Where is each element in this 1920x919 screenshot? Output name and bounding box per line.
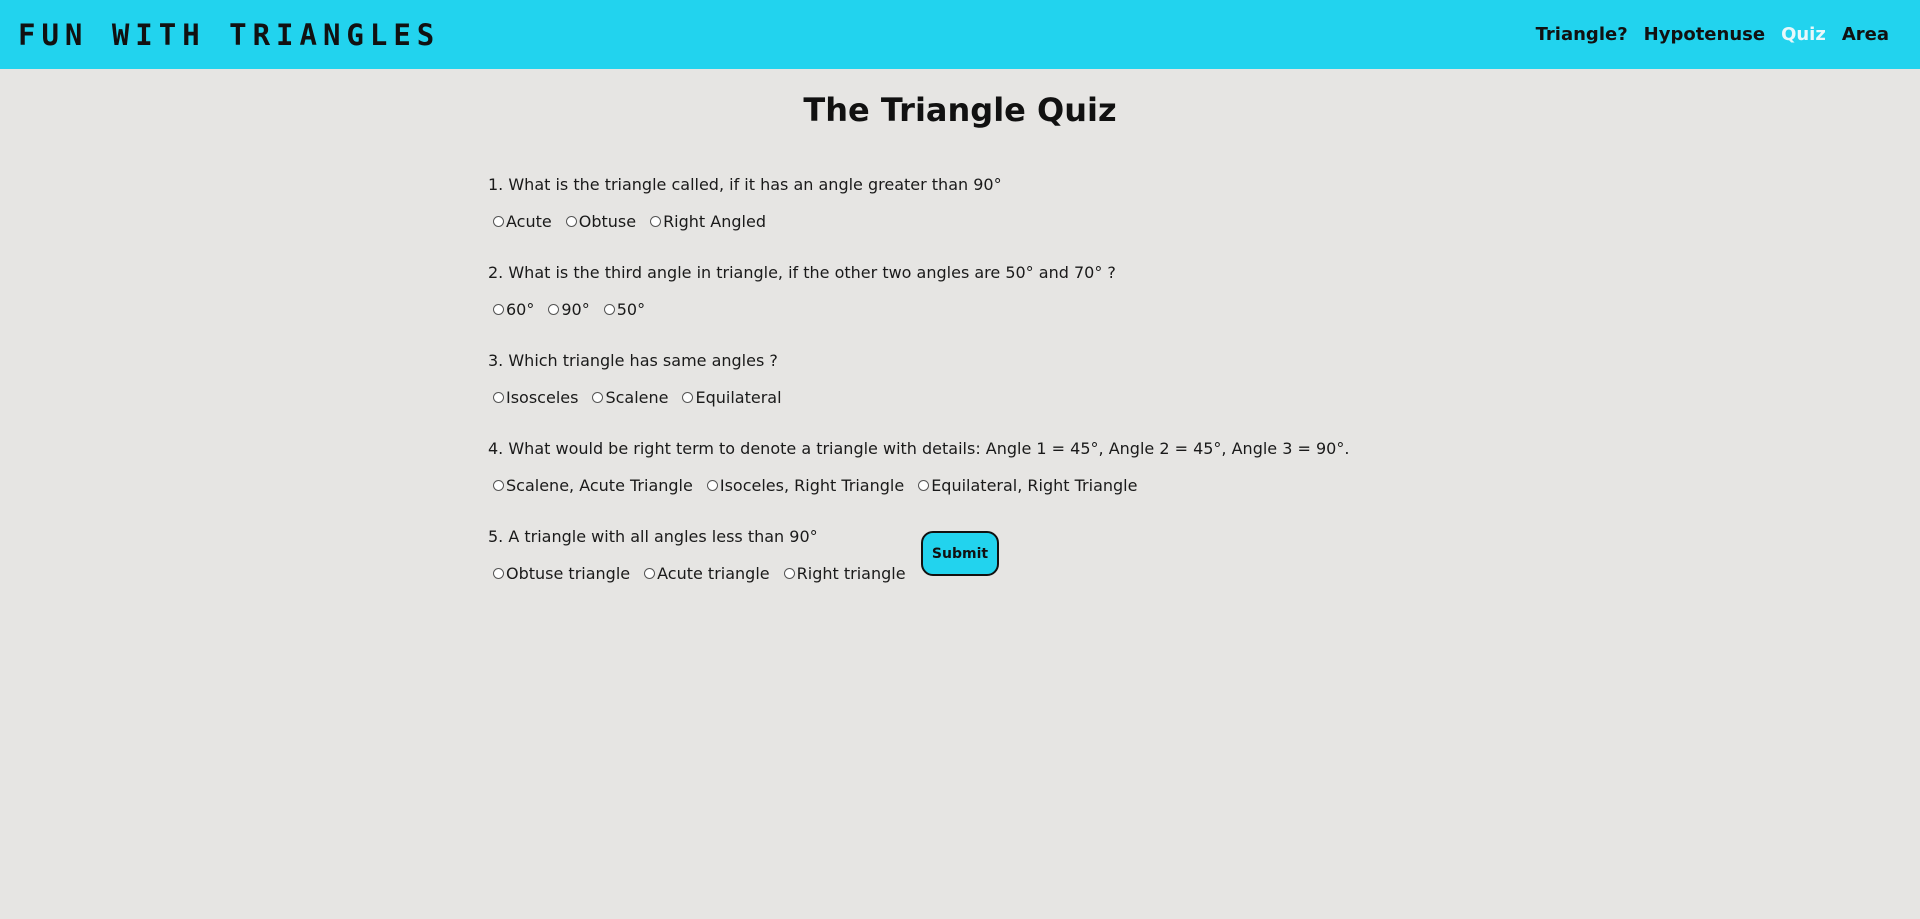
radio-button[interactable] [603, 303, 615, 315]
site-brand[interactable]: Fun with triangles [18, 18, 440, 52]
option-label: Equilateral, Right Triangle [931, 475, 1138, 495]
page-title: The Triangle Quiz [803, 91, 1117, 129]
option-isoceles-right[interactable]: Isoceles, Right Triangle [702, 476, 904, 495]
answer-options: Acute Obtuse Right Angled [488, 211, 1388, 231]
option-label: Obtuse [578, 211, 637, 231]
radio-button[interactable] [493, 215, 504, 227]
option-scalene-acute[interactable]: Scalene, Acute Triangle [488, 476, 693, 495]
option-label: Equilateral [695, 387, 782, 407]
question-4: 4. What would be right term to denote a … [488, 439, 1388, 527]
option-label: 60° [506, 299, 535, 319]
option-label: 50° [616, 299, 646, 319]
option-right-angled[interactable]: Right Angled [645, 212, 766, 231]
question-3: 3. Which triangle has same angles ? Isos… [488, 351, 1388, 439]
nav-links: Triangle? Hypotenuse Quiz Area [1536, 24, 1889, 45]
radio-button[interactable] [565, 215, 577, 227]
option-50[interactable]: 50° [599, 300, 645, 319]
option-label: Acute triangle [657, 563, 770, 583]
option-label: Scalene [605, 387, 669, 407]
option-label: Right triangle [796, 563, 906, 583]
radio-button[interactable] [650, 215, 662, 227]
option-label: Right Angled [663, 211, 766, 231]
top-navbar: Fun with triangles Triangle? Hypotenuse … [0, 0, 1920, 69]
option-label: Acute [506, 211, 552, 231]
question-text: 1. What is the triangle called, if it ha… [488, 175, 1002, 194]
option-label: 90° [561, 299, 590, 319]
radio-button[interactable] [644, 567, 656, 579]
option-60[interactable]: 60° [488, 300, 534, 319]
radio-button[interactable] [592, 391, 604, 403]
answer-options: 60° 90° 50° [488, 299, 1388, 319]
radio-button[interactable] [783, 567, 795, 579]
radio-button[interactable] [682, 391, 694, 403]
option-label: Obtuse triangle [506, 563, 631, 583]
radio-button[interactable] [918, 479, 930, 491]
option-acute-triangle[interactable]: Acute triangle [639, 564, 770, 583]
question-1: 1. What is the triangle called, if it ha… [488, 175, 1388, 263]
option-equilateral[interactable]: Equilateral [677, 387, 782, 407]
radio-button[interactable] [493, 391, 504, 403]
option-right-triangle[interactable]: Right triangle [779, 564, 906, 583]
option-scalene[interactable]: Scalene [587, 388, 668, 407]
submit-button[interactable]: Submit [921, 531, 999, 576]
nav-link-hypotenuse[interactable]: Hypotenuse [1644, 24, 1765, 45]
option-90[interactable]: 90° [543, 299, 590, 319]
question-2: 2. What is the third angle in triangle, … [488, 263, 1388, 351]
radio-button[interactable] [706, 479, 718, 491]
option-isosceles[interactable]: Isosceles [488, 388, 578, 407]
option-label: Isoceles, Right Triangle [719, 475, 905, 495]
nav-link-area[interactable]: Area [1842, 24, 1889, 45]
nav-link-triangle[interactable]: Triangle? [1536, 24, 1628, 45]
option-label: Isosceles [506, 387, 579, 407]
question-text: 3. Which triangle has same angles ? [488, 351, 778, 370]
question-text: 4. What would be right term to denote a … [488, 439, 1350, 458]
answer-options: Scalene, Acute Triangle Isoceles, Right … [488, 475, 1388, 495]
question-text: 2. What is the third angle in triangle, … [488, 263, 1116, 282]
option-label: Scalene, Acute Triangle [506, 475, 693, 495]
option-acute[interactable]: Acute [488, 212, 552, 231]
answer-options: Isosceles Scalene Equilateral [488, 387, 1388, 407]
nav-link-quiz[interactable]: Quiz [1781, 24, 1826, 45]
radio-button[interactable] [493, 567, 504, 579]
radio-button[interactable] [493, 479, 504, 491]
radio-button[interactable] [493, 303, 504, 315]
option-equilateral-right[interactable]: Equilateral, Right Triangle [913, 476, 1137, 495]
option-obtuse[interactable]: Obtuse [561, 212, 636, 231]
option-obtuse-triangle[interactable]: Obtuse triangle [488, 564, 630, 583]
radio-button[interactable] [548, 303, 560, 315]
